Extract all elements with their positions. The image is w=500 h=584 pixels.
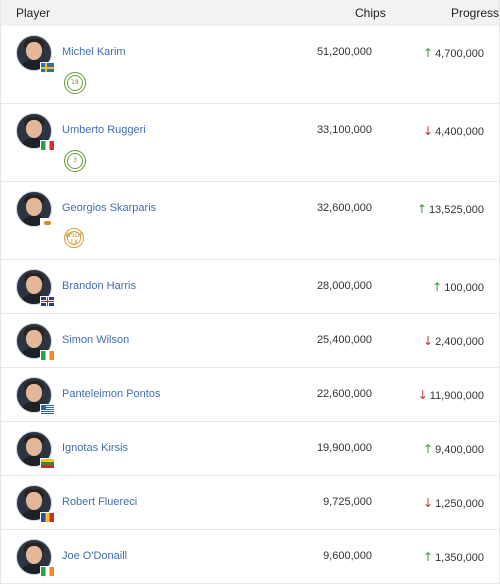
- cyprus-flag-icon: [40, 218, 55, 229]
- table-row: Joe O'Donaill 9,600,000 ↑ 1,350,000: [0, 530, 500, 584]
- arrow-down-icon: ↓: [417, 388, 428, 402]
- italy-flag-icon: [40, 140, 55, 151]
- lithuania-flag-icon: [40, 458, 55, 469]
- chip-count: 9,725,000: [323, 496, 372, 508]
- player-name-link[interactable]: Georgios Skarparis: [62, 202, 156, 214]
- progress-column-header[interactable]: Progress: [386, 6, 499, 20]
- chip-count: 22,600,000: [316, 388, 372, 400]
- uk-flag-icon: [40, 296, 55, 307]
- chip-count: 32,600,000: [316, 202, 372, 214]
- table-body: Michel Karim 18 51,200,000 ↑ 4,700,000 Um…: [0, 26, 500, 584]
- player-avatar[interactable]: [16, 431, 55, 469]
- arrow-down-icon: ↓: [423, 334, 434, 348]
- player-name-link[interactable]: Ignotas Kirsis: [62, 442, 128, 454]
- progress-value: 9,400,000: [435, 444, 484, 456]
- player-avatar[interactable]: [16, 269, 55, 307]
- chip-progress: ↑ 4,700,000: [423, 46, 484, 60]
- chip-progress: ↑ 9,400,000: [423, 442, 484, 456]
- table-row: Georgios Skarparis WSOP 1X 32,600,000 ↑ 1…: [0, 182, 500, 260]
- player-avatar[interactable]: [16, 323, 55, 361]
- table-row: Robert Fluereci 9,725,000 ↓ 1,250,000: [0, 476, 500, 530]
- progress-value: 11,900,000: [429, 390, 484, 402]
- player-column-header[interactable]: Player: [1, 6, 274, 20]
- arrow-up-icon: ↑: [423, 550, 434, 564]
- achievement-badge-icon: WSOP 1X: [64, 228, 84, 248]
- player-name-link[interactable]: Simon Wilson: [62, 334, 129, 346]
- table-row: Michel Karim 18 51,200,000 ↑ 4,700,000: [0, 26, 500, 104]
- progress-value: 1,250,000: [435, 498, 484, 510]
- ireland-flag-icon: [40, 566, 55, 577]
- player-name-link[interactable]: Umberto Ruggeri: [62, 124, 146, 136]
- arrow-up-icon: ↑: [416, 202, 427, 216]
- chip-count: 25,400,000: [316, 334, 372, 346]
- chip-progress: ↓ 11,900,000: [418, 388, 484, 402]
- chip-count: 28,000,000: [316, 280, 372, 292]
- progress-value: 2,400,000: [435, 336, 484, 348]
- player-name-link[interactable]: Panteleimon Pontos: [62, 388, 160, 400]
- chip-progress: ↑ 100,000: [432, 280, 484, 294]
- progress-value: 100,000: [444, 282, 484, 294]
- progress-value: 13,525,000: [428, 204, 484, 216]
- table-row: Umberto Ruggeri 3 33,100,000 ↓ 4,400,000: [0, 104, 500, 182]
- arrow-up-icon: ↑: [432, 280, 443, 294]
- progress-value: 4,400,000: [435, 126, 484, 138]
- player-avatar[interactable]: [16, 485, 55, 523]
- progress-value: 1,350,000: [435, 552, 484, 564]
- player-name-link[interactable]: Robert Fluereci: [62, 496, 137, 508]
- chip-progress: ↓ 4,400,000: [423, 124, 484, 138]
- player-name-link[interactable]: Joe O'Donaill: [62, 550, 127, 562]
- romania-flag-icon: [40, 512, 55, 523]
- chips-column-header[interactable]: Chips: [274, 6, 386, 20]
- table-row: Simon Wilson 25,400,000 ↓ 2,400,000: [0, 314, 500, 368]
- player-avatar[interactable]: [16, 377, 55, 415]
- chip-count: 19,900,000: [316, 442, 372, 454]
- achievement-badge-icon: 3: [64, 150, 86, 172]
- sweden-flag-icon: [40, 62, 55, 73]
- chip-count: 33,100,000: [316, 124, 372, 136]
- greece-flag-icon: [40, 404, 55, 415]
- arrow-down-icon: ↓: [423, 124, 434, 138]
- arrow-up-icon: ↑: [423, 442, 434, 456]
- table-row: Brandon Harris 28,000,000 ↑ 100,000: [0, 260, 500, 314]
- player-avatar[interactable]: [16, 539, 55, 577]
- arrow-up-icon: ↑: [423, 46, 434, 60]
- table-row: Panteleimon Pontos 22,600,000 ↓ 11,900,00…: [0, 368, 500, 422]
- player-avatar[interactable]: [16, 35, 55, 73]
- chip-progress: ↑ 13,525,000: [417, 202, 484, 216]
- achievement-badge-icon: 18: [64, 72, 86, 94]
- chip-count: 51,200,000: [316, 46, 372, 58]
- chip-count-table: Player Chips Progress Michel Karim 18 51…: [0, 0, 500, 584]
- chip-progress: ↑ 1,350,000: [423, 550, 484, 564]
- progress-value: 4,700,000: [435, 48, 484, 60]
- chip-progress: ↓ 2,400,000: [423, 334, 484, 348]
- player-name-link[interactable]: Michel Karim: [62, 46, 126, 58]
- player-avatar[interactable]: [16, 113, 55, 151]
- player-avatar[interactable]: [16, 191, 55, 229]
- chip-count: 9,600,000: [323, 550, 372, 562]
- table-row: Ignotas Kirsis 19,900,000 ↑ 9,400,000: [0, 422, 500, 476]
- arrow-down-icon: ↓: [423, 496, 434, 510]
- table-header: Player Chips Progress: [0, 0, 500, 26]
- player-name-link[interactable]: Brandon Harris: [62, 280, 136, 292]
- ireland-flag-icon: [40, 350, 55, 361]
- chip-progress: ↓ 1,250,000: [423, 496, 484, 510]
